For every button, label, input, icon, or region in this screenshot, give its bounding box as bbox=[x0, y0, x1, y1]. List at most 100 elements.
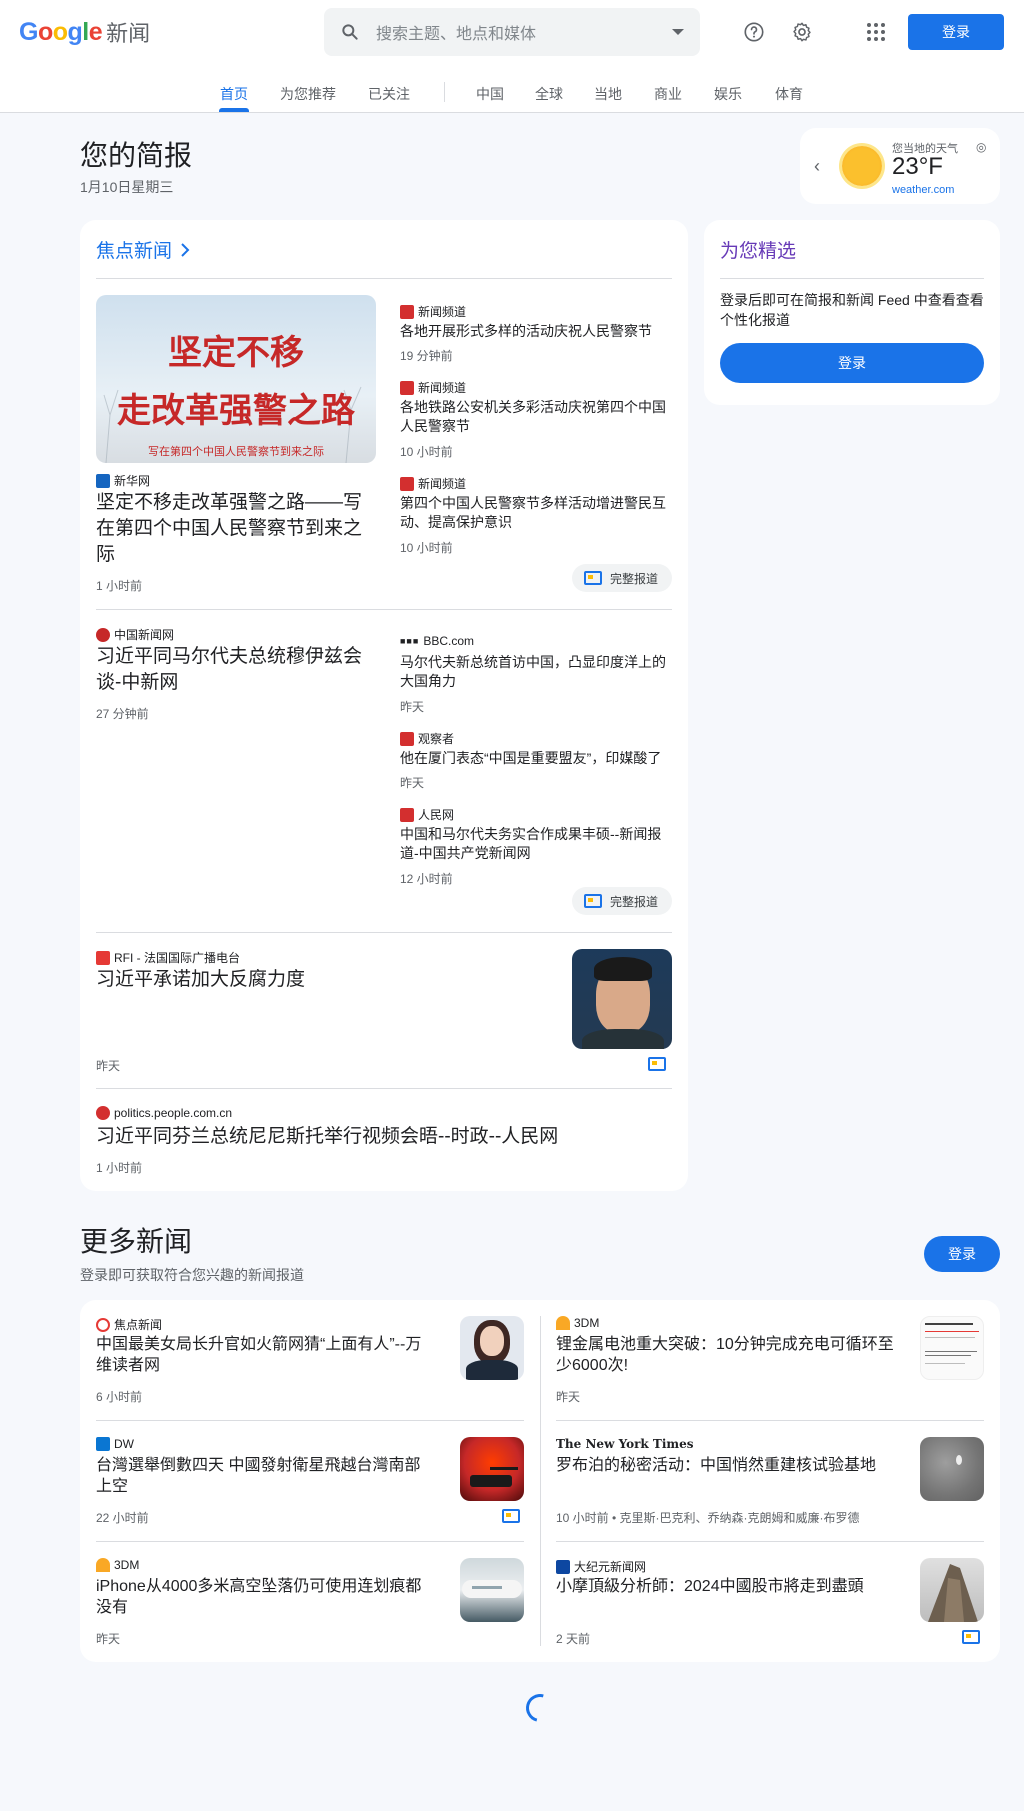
headline[interactable]: 第四个中国人民警察节多样活动增进警民互动、提高保护意识 bbox=[400, 494, 672, 532]
tab-following[interactable]: 已关注 bbox=[368, 84, 410, 104]
source-name: DW bbox=[114, 1437, 134, 1451]
story-thumbnail[interactable] bbox=[920, 1437, 984, 1501]
timestamp: 昨天 bbox=[96, 1059, 121, 1073]
tab-china[interactable]: 中国 bbox=[476, 84, 504, 104]
story-thumbnail[interactable] bbox=[460, 1437, 524, 1501]
source-epoch-times[interactable]: 大纪元新闻网 bbox=[556, 1558, 646, 1575]
search-bar[interactable]: 搜索主题、地点和媒体 bbox=[324, 8, 700, 56]
top-stories-title[interactable]: 焦点新闻 bbox=[96, 236, 172, 263]
xinhua-logo-icon bbox=[96, 473, 110, 488]
source-3dm[interactable]: 3DM bbox=[556, 1316, 599, 1330]
tab-business[interactable]: 商业 bbox=[654, 84, 682, 104]
timestamp: 22 小时前 bbox=[96, 1511, 149, 1525]
gear-icon[interactable] bbox=[786, 16, 818, 48]
full-coverage-icon[interactable] bbox=[648, 1057, 666, 1071]
source-focus-news[interactable]: 焦点新闻 bbox=[96, 1316, 162, 1333]
source-bbc[interactable]: ■■■ BBC.com bbox=[400, 634, 474, 648]
tab-local[interactable]: 当地 bbox=[594, 84, 622, 104]
headline[interactable]: iPhone从4000多米高空坠落仍可使用连划痕都没有 bbox=[96, 1576, 436, 1618]
bbc-logo-icon: ■■■ bbox=[400, 636, 420, 646]
search-input[interactable]: 搜索主题、地点和媒体 bbox=[376, 20, 656, 44]
story-thumbnail[interactable] bbox=[920, 1316, 984, 1380]
briefing-date: 1月10日星期三 bbox=[80, 179, 174, 195]
timestamp: 6 小时前 bbox=[96, 1390, 143, 1404]
headline[interactable]: 台灣選舉倒數四天 中國發射衛星飛越台灣南部上空 bbox=[96, 1455, 436, 1497]
full-coverage-button[interactable]: 完整报道 bbox=[572, 887, 672, 915]
tab-home[interactable]: 首页 bbox=[220, 84, 248, 104]
people-logo-icon bbox=[400, 807, 414, 822]
source-3dm[interactable]: 3DM bbox=[96, 1558, 139, 1572]
story-thumbnail[interactable] bbox=[920, 1558, 984, 1622]
rfi-logo-icon bbox=[96, 950, 110, 965]
headline[interactable]: 他在厦门表态“中国是重要盟友”，印媒酸了 bbox=[400, 749, 672, 768]
full-coverage-icon[interactable] bbox=[502, 1509, 520, 1523]
headline-main[interactable]: 坚定不移走改革强警之路——写在第四个中国人民警察节到来之际 bbox=[96, 490, 380, 568]
source-nyt[interactable]: The New York Times bbox=[556, 1437, 694, 1451]
dw-logo-icon bbox=[96, 1437, 110, 1451]
headline[interactable]: 各地铁路公安机关多彩活动庆祝第四个中国人民警察节 bbox=[400, 398, 672, 436]
headline-main[interactable]: 习近平同马尔代夫总统穆伊兹会谈-中新网 bbox=[96, 644, 380, 696]
full-coverage-icon bbox=[584, 571, 602, 585]
source-dw[interactable]: DW bbox=[96, 1437, 134, 1451]
chevron-down-icon[interactable] bbox=[656, 29, 700, 35]
source-xinhua[interactable]: 新华网 bbox=[96, 472, 150, 489]
source-rfi[interactable]: RFI - 法国国际广播电台 bbox=[96, 949, 240, 966]
headline[interactable]: 马尔代夫新总统首访中国，凸显印度洋上的大国角力 bbox=[400, 653, 672, 691]
source-news-channel[interactable]: 新闻频道 bbox=[400, 475, 466, 492]
divider bbox=[96, 278, 672, 279]
source-chinanews[interactable]: 中国新闻网 bbox=[96, 626, 174, 643]
chevron-left-icon[interactable]: ‹ bbox=[814, 156, 820, 177]
chinanews-logo-icon bbox=[96, 627, 110, 642]
image-headline-1: 坚定不移 bbox=[168, 333, 304, 373]
top-stories-header[interactable]: 焦点新闻 bbox=[96, 236, 190, 263]
apps-grid-icon[interactable] bbox=[860, 16, 892, 48]
full-coverage-icon[interactable] bbox=[962, 1630, 980, 1644]
divider bbox=[556, 1420, 984, 1421]
search-icon[interactable] bbox=[324, 22, 376, 42]
location-icon[interactable]: ◎ bbox=[976, 140, 986, 154]
headline[interactable]: 习近平同芬兰总统尼尼斯托举行视频会晤--时政--人民网 bbox=[96, 1124, 672, 1150]
story-image-police-day[interactable]: 坚定不移 走改革强警之路 写在第四个中国人民警察节到来之际 bbox=[96, 295, 376, 463]
for-you-text: 登录后即可在简报和新闻 Feed 中查看查看个性化报道 bbox=[720, 292, 984, 328]
chevron-right-icon[interactable] bbox=[180, 242, 190, 257]
tab-sports[interactable]: 体育 bbox=[775, 84, 803, 104]
login-button[interactable]: 登录 bbox=[908, 14, 1004, 50]
source-people[interactable]: 人民网 bbox=[400, 806, 454, 823]
guancha-logo-icon bbox=[400, 731, 414, 746]
headline[interactable]: 中国最美女局长升官如火箭网猜“上面有人”--万维读者网 bbox=[96, 1334, 436, 1376]
more-news-login-button[interactable]: 登录 bbox=[924, 1236, 1000, 1272]
tab-world[interactable]: 全球 bbox=[535, 84, 563, 104]
full-coverage-button[interactable]: 完整报道 bbox=[572, 564, 672, 592]
source-people-politics[interactable]: politics.people.com.cn bbox=[96, 1106, 232, 1120]
tab-for-you[interactable]: 为您推荐 bbox=[280, 84, 336, 104]
nav-divider bbox=[444, 82, 445, 102]
story-thumbnail[interactable] bbox=[460, 1558, 524, 1622]
story-image-xi[interactable] bbox=[572, 949, 672, 1049]
source-news-channel[interactable]: 新闻频道 bbox=[400, 379, 466, 396]
help-icon[interactable] bbox=[738, 16, 770, 48]
source-name: 新闻频道 bbox=[418, 305, 467, 319]
google-news-logo[interactable]: Google 新闻 bbox=[19, 16, 150, 48]
source-name: 人民网 bbox=[418, 808, 455, 822]
story-thumbnail[interactable] bbox=[460, 1316, 524, 1380]
full-coverage-icon bbox=[584, 894, 602, 908]
divider bbox=[96, 1541, 524, 1542]
weather-source-link[interactable]: weather.com bbox=[892, 184, 954, 196]
timestamp: 昨天 bbox=[556, 1390, 581, 1404]
for-you-login-button[interactable]: 登录 bbox=[720, 343, 984, 383]
column-divider bbox=[540, 1316, 541, 1646]
more-news-subtitle: 登录即可获取符合您兴趣的新闻报道 bbox=[80, 1267, 304, 1283]
timestamp: 1 小时前 bbox=[96, 1161, 143, 1175]
tab-entertainment[interactable]: 娱乐 bbox=[714, 84, 742, 104]
source-news-channel[interactable]: 新闻频道 bbox=[400, 303, 466, 320]
source-name: 中国新闻网 bbox=[114, 628, 175, 642]
headline[interactable]: 各地开展形式多样的活动庆祝人民警察节 bbox=[400, 322, 672, 341]
headline[interactable]: 中国和马尔代夫务实合作成果丰硕--新闻报道-中国共产党新闻网 bbox=[400, 825, 672, 863]
weather-card[interactable]: ‹ 您当地的天气 23°F weather.com ◎ bbox=[800, 128, 1000, 204]
source-guancha[interactable]: 观察者 bbox=[400, 730, 454, 747]
headline[interactable]: 习近平承诺加大反腐力度 bbox=[96, 967, 536, 993]
headline[interactable]: 罗布泊的秘密活动：中国悄然重建核试验基地 bbox=[556, 1455, 896, 1476]
headline[interactable]: 小摩頂級分析師：2024中國股市將走到盡頭 bbox=[556, 1576, 896, 1597]
timestamp: 昨天 bbox=[96, 1632, 121, 1646]
headline[interactable]: 锂金属电池重大突破：10分钟完成充电可循环至少6000次! bbox=[556, 1334, 896, 1376]
